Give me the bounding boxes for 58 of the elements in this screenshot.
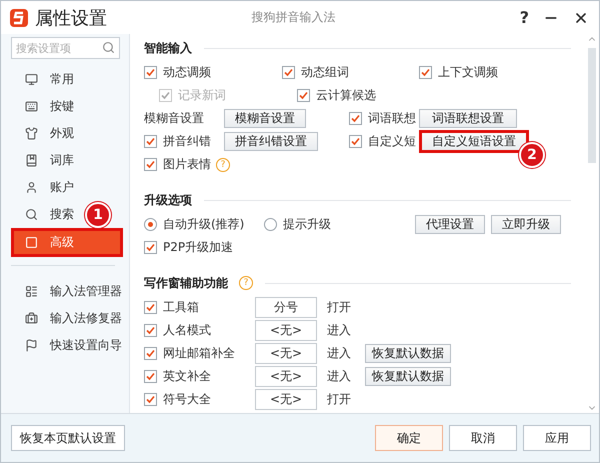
radio-button[interactable]: 自动升级(推荐) [144,216,264,233]
checkbox[interactable]: 动态组词 [282,64,349,81]
section-title: 写作窗辅助功能 [144,274,228,292]
checkbox[interactable]: P2P升级加速 [144,239,234,256]
sidebar-item[interactable]: 外观 [11,120,78,147]
checkbox[interactable]: 图片表情 [144,156,211,173]
upgrade-button[interactable]: 代理设置 [415,215,485,234]
sidebar-item[interactable]: 搜索 [11,201,78,228]
search-field[interactable]: 搜索设置项 [11,37,120,59]
checkbox[interactable]: 英文补全 [144,368,211,385]
sidebar-item[interactable]: 账户 [11,174,78,201]
restore-button[interactable]: 恢复默认数据 [365,344,451,363]
checkbox[interactable]: 拼音纠错 [144,133,211,150]
checkbox[interactable]: 词语联想 [349,110,416,127]
hotkey-field[interactable]: <无> [255,389,317,410]
reset-button[interactable]: 恢复本页默认设置 [11,425,125,451]
sidebar-item[interactable]: 按键 [11,93,78,120]
help-button[interactable]: ? [520,8,529,27]
restore-button[interactable]: 恢复默认数据 [365,367,451,386]
action-label: 打开 [327,299,352,316]
action-label: 进入 [327,368,352,385]
checkbox[interactable]: 符号大全 [144,391,211,408]
dialog-button[interactable]: 取消 [449,425,517,451]
sidebar-item[interactable]: 词库 [11,147,78,174]
checkbox[interactable]: 工具箱 [144,299,199,316]
checkbox[interactable]: 动态调频 [144,64,211,81]
settings-button[interactable]: 自定义短语设置 [419,130,529,153]
hotkey-field[interactable]: <无> [255,343,317,364]
tool-link[interactable]: 输入法管理器 [11,278,126,305]
sidebar-item[interactable]: 常用 [11,66,78,93]
tool-link[interactable]: 快速设置向导 [11,332,126,359]
action-label: 进入 [327,345,352,362]
window-title: 属性设置 [35,6,107,30]
hotkey-field[interactable]: <无> [255,320,317,341]
tool-link[interactable]: 输入法修复器 [11,305,126,332]
settings-button[interactable]: 词语联想设置 [419,109,517,128]
checkbox[interactable]: 上下文调频 [419,64,498,81]
app-name: 搜狗拼音输入法 [251,9,336,26]
checkbox[interactable]: 网址邮箱补全 [144,345,235,362]
section-title: 升级选项 [144,192,192,208]
settings-button[interactable]: 模糊音设置 [224,109,306,128]
section-title: 智能输入 [144,40,192,56]
checkbox[interactable]: 人名模式 [144,322,211,339]
radio-button[interactable]: 提示升级 [264,216,414,233]
dialog-button[interactable]: 确定 [375,425,443,451]
action-label: 进入 [327,322,352,339]
sidebar-item[interactable]: 高级 [11,228,123,257]
dialog-button[interactable]: 应用 [523,425,591,451]
setting-label: 模糊音设置 [144,110,204,127]
checkbox[interactable]: 自定义短 [349,133,416,150]
action-label: 打开 [327,391,352,408]
upgrade-button[interactable]: 立即升级 [491,215,561,234]
hotkey-field[interactable]: <无> [255,366,317,387]
settings-button[interactable]: 拼音纠错设置 [224,132,318,151]
step-badge: 2 [519,142,545,168]
checkbox[interactable]: 云计算候选 [297,87,376,104]
step-badge: 1 [85,202,111,228]
hotkey-field[interactable]: 分号 [255,297,317,318]
